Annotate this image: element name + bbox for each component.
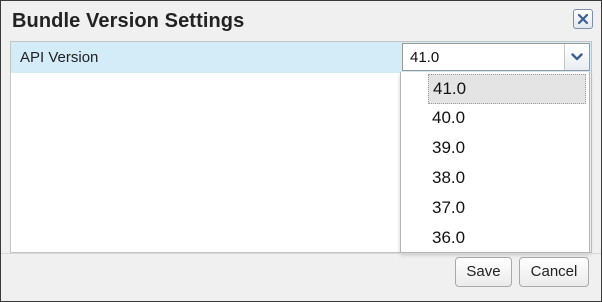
dropdown-option[interactable]: 39.0 [401,133,589,163]
cancel-button[interactable]: Cancel [519,257,589,287]
dropdown-option[interactable]: 36.0 [401,223,589,253]
footer-divider [1,253,601,254]
api-version-select-value: 41.0 [410,49,440,66]
close-button[interactable] [573,9,593,29]
api-version-row: API Version 41.0 [11,42,591,73]
chevron-down-icon [571,53,583,61]
close-icon [577,13,589,25]
save-button[interactable]: Save [455,257,512,287]
dropdown-option[interactable]: 38.0 [401,163,589,193]
api-version-label: API Version [20,49,99,66]
bundle-version-settings-dialog: Bundle Version Settings API Version 41.0… [0,0,602,302]
dropdown-option[interactable]: 41.0 [428,74,586,104]
api-version-select[interactable]: 41.0 [402,43,590,71]
select-arrow-button[interactable] [564,44,589,70]
dialog-title: Bundle Version Settings [12,10,245,32]
dropdown-option[interactable]: 37.0 [401,193,589,223]
api-version-dropdown-list: 41.0 40.0 39.0 38.0 37.0 36.0 [400,72,590,253]
dropdown-option[interactable]: 40.0 [401,103,589,133]
